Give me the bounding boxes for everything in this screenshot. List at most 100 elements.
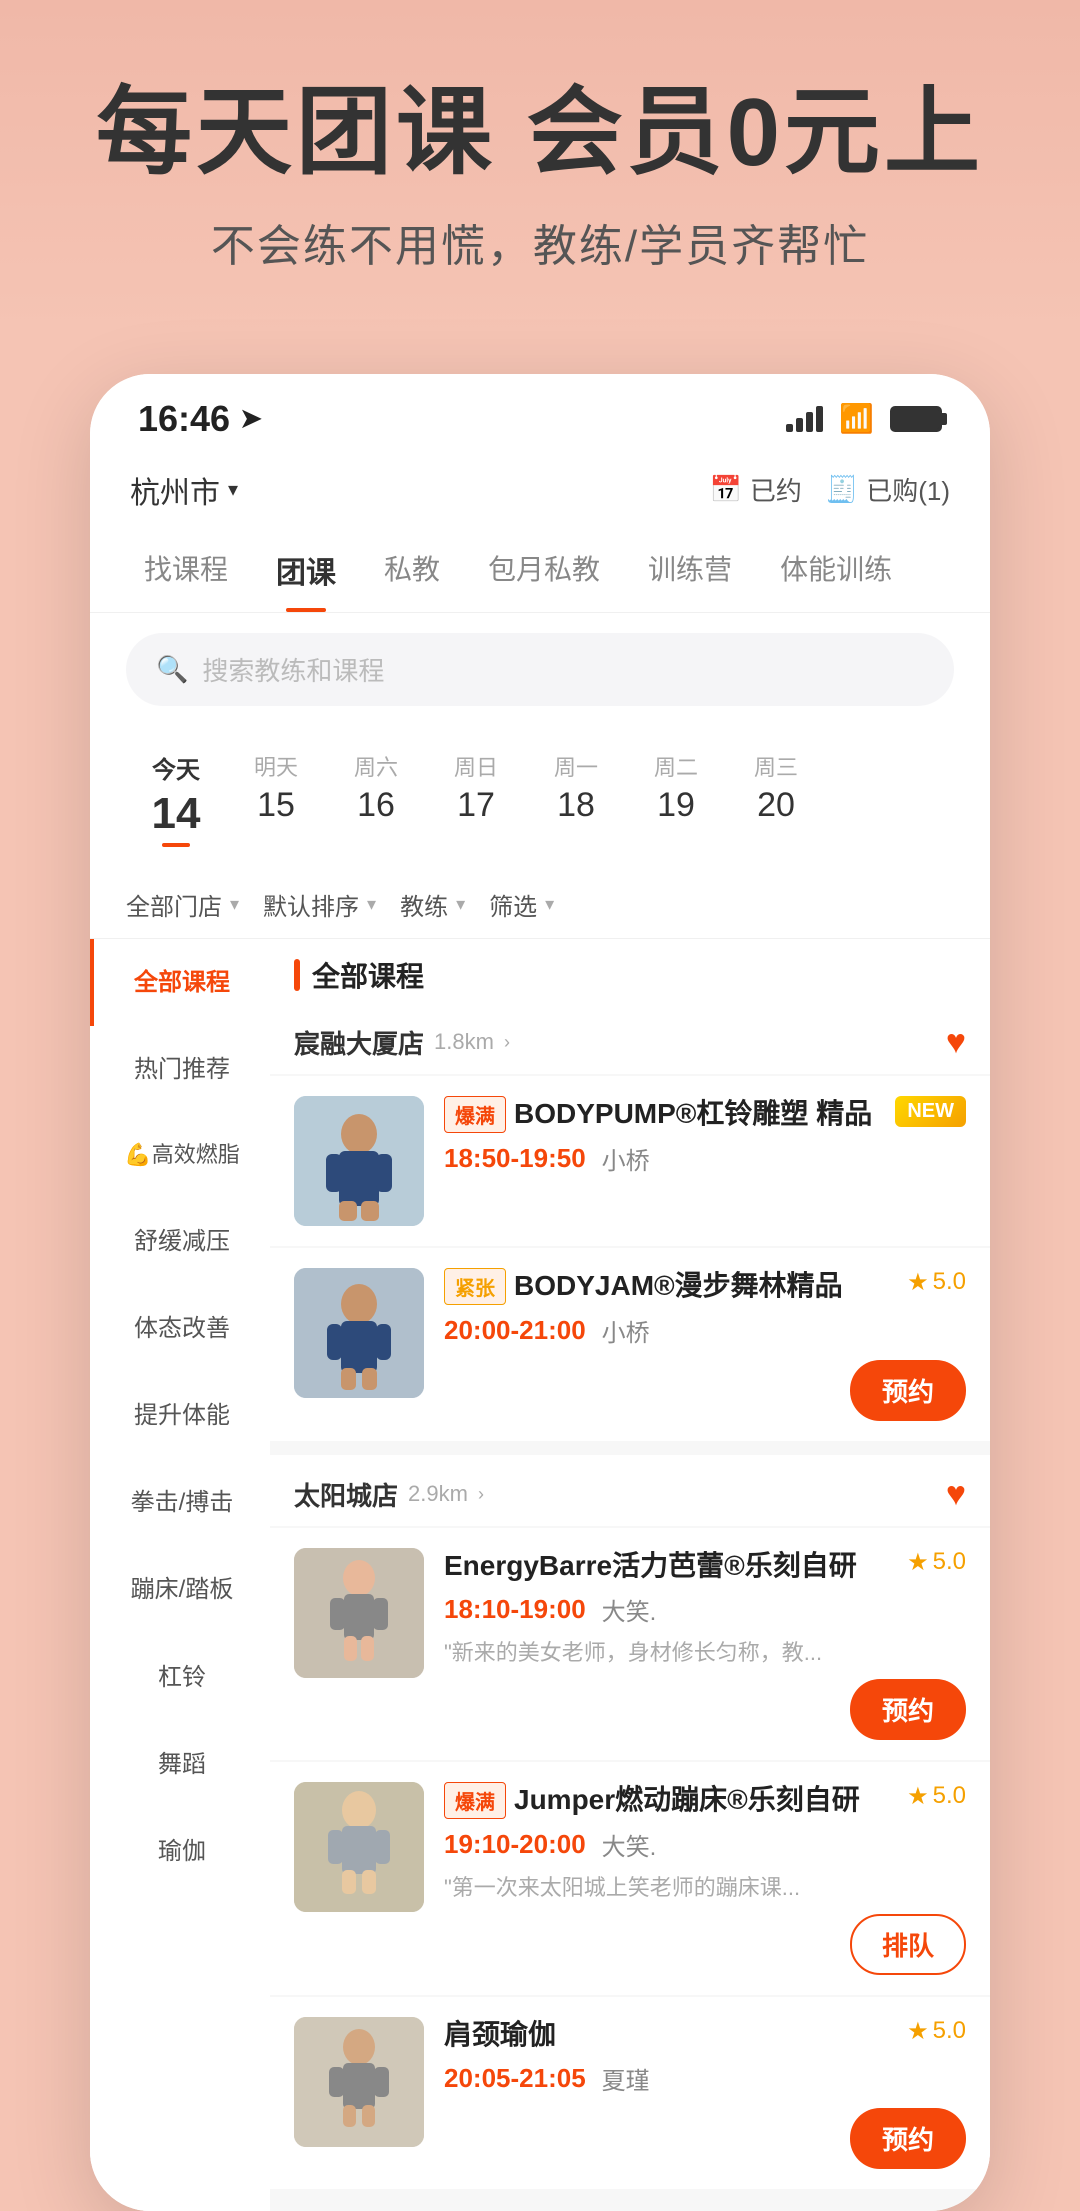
search-bar[interactable]: 🔍 搜索教练和课程 — [126, 633, 954, 706]
course-info: 爆满 BODYPUMP®杠铃雕塑 精品 NEW 18:50-19:50 小桥 — [444, 1096, 966, 1176]
all-courses-header: 全部课程 — [270, 939, 990, 1003]
store-name: 太阳城店 — [294, 1476, 398, 1513]
favorite-icon[interactable]: ♥ — [946, 1023, 966, 1062]
signal-icon — [786, 406, 823, 432]
course-actions: 预约 — [444, 1679, 966, 1740]
tab-training-camp[interactable]: 训练营 — [624, 528, 756, 612]
dropdown-arrow-icon: ▾ — [228, 477, 238, 502]
course-time-row: 18:10-19:00 大笑. — [444, 1592, 966, 1627]
course-info: 肩颈瑜伽 ★ 5.0 20:05-21:05 夏瑾 预约 — [444, 2017, 966, 2169]
course-tag-full: 爆满 — [444, 1782, 506, 1819]
hero-section: 每天团课 会员0元上 不会练不用慌，教练/学员齐帮忙 — [0, 0, 1080, 334]
queue-button[interactable]: 排队 — [850, 1914, 966, 1975]
tab-find-course[interactable]: 找课程 — [120, 528, 252, 612]
sidebar-item-burn-fat[interactable]: 💪高效燃脂 — [90, 1113, 270, 1198]
tab-group-class[interactable]: 团课 — [252, 528, 360, 612]
date-item-today[interactable]: 今天 14 — [126, 742, 226, 855]
filter-coach[interactable]: 教练 ▾ — [400, 887, 465, 922]
status-icons: 📶 — [786, 402, 942, 435]
sidebar-item-fitness[interactable]: 提升体能 — [90, 1372, 270, 1459]
reserve-button[interactable]: 预约 — [850, 2108, 966, 2169]
sidebar-item-barbell[interactable]: 杠铃 — [90, 1634, 270, 1721]
store-distance: 1.8km — [434, 1029, 494, 1055]
filter-more[interactable]: 筛选 ▾ — [489, 887, 554, 922]
orange-bar-icon — [294, 959, 300, 991]
tab-fitness-training[interactable]: 体能训练 — [756, 528, 916, 612]
filter-sort[interactable]: 默认排序 ▾ — [263, 887, 376, 922]
date-item-sun[interactable]: 周日 17 — [426, 742, 526, 855]
filter-all-stores[interactable]: 全部门店 ▾ — [126, 887, 239, 922]
star-icon: ★ — [907, 1782, 929, 1811]
favorite-icon[interactable]: ♥ — [946, 1475, 966, 1514]
location-selector[interactable]: 杭州市 ▾ — [130, 468, 238, 512]
course-name-row: 紧张 BODYJAM®漫步舞林精品 ★ 5.0 — [444, 1268, 966, 1305]
hero-title: 每天团课 会员0元上 — [60, 80, 1020, 186]
course-actions: 预约 — [444, 1360, 966, 1421]
course-card: 爆满 Jumper燃动蹦床®乐刻自研 ★ 5.0 19:10-20:00 大笑.… — [270, 1762, 990, 1995]
course-name: Jumper燃动蹦床®乐刻自研 — [514, 1782, 860, 1818]
course-info: 紧张 BODYJAM®漫步舞林精品 ★ 5.0 20:00-21:00 小桥 — [444, 1268, 966, 1421]
search-input[interactable]: 搜索教练和课程 — [202, 651, 384, 688]
date-item-sat[interactable]: 周六 16 — [326, 742, 426, 855]
sidebar-item-boxing[interactable]: 拳击/搏击 — [90, 1459, 270, 1546]
star-icon: ★ — [907, 1548, 929, 1577]
app-header: 杭州市 ▾ 📅 已约 🧾 已购(1) — [90, 452, 990, 528]
course-image — [294, 1268, 424, 1398]
sidebar-item-dance[interactable]: 舞蹈 — [90, 1721, 270, 1808]
course-teacher: 大笑. — [602, 1592, 657, 1627]
course-rating: ★ 5.0 — [907, 1782, 966, 1811]
date-item-tue[interactable]: 周二 19 — [626, 742, 726, 855]
course-image — [294, 1782, 424, 1912]
sidebar-item-all[interactable]: 全部课程 — [90, 939, 270, 1026]
course-name-row: EnergyBarre活力芭蕾®乐刻自研 ★ 5.0 — [444, 1548, 966, 1584]
purchased-label: 已购(1) — [866, 471, 950, 508]
star-icon: ★ — [907, 1268, 929, 1297]
course-time: 20:00-21:00 — [444, 1315, 586, 1346]
phone-frame: 16:46 ➤ 📶 杭州市 ▾ 📅 已约 🧾 — [90, 374, 990, 2211]
course-time: 19:10-20:00 — [444, 1829, 586, 1860]
course-name: 肩颈瑜伽 — [444, 2017, 556, 2053]
course-actions: 预约 — [444, 2108, 966, 2169]
sidebar-item-trampoline[interactable]: 蹦床/踏板 — [90, 1546, 270, 1633]
wifi-icon: 📶 — [839, 402, 874, 435]
store-name: 宸融大厦店 — [294, 1024, 424, 1061]
status-time: 16:46 ➤ — [138, 398, 262, 440]
course-info: 爆满 Jumper燃动蹦床®乐刻自研 ★ 5.0 19:10-20:00 大笑.… — [444, 1782, 966, 1975]
sidebar-item-relax[interactable]: 舒缓减压 — [90, 1198, 270, 1285]
time-display: 16:46 — [138, 398, 230, 440]
course-time: 18:50-19:50 — [444, 1143, 586, 1174]
header-actions: 📅 已约 🧾 已购(1) — [709, 471, 950, 508]
all-courses-text: 全部课程 — [312, 955, 424, 995]
chevron-right-icon: › — [504, 1032, 510, 1053]
sidebar-item-popular[interactable]: 热门推荐 — [90, 1026, 270, 1113]
tab-private[interactable]: 私教 — [360, 528, 464, 612]
star-icon: ★ — [907, 2017, 929, 2046]
course-card: 爆满 BODYPUMP®杠铃雕塑 精品 NEW 18:50-19:50 小桥 — [270, 1076, 990, 1246]
course-rating: ★ 5.0 — [907, 2017, 966, 2046]
sidebar-item-yoga[interactable]: 瑜伽 — [90, 1808, 270, 1895]
course-name: BODYJAM®漫步舞林精品 — [514, 1268, 843, 1304]
reserve-button[interactable]: 预约 — [850, 1679, 966, 1740]
date-item-tomorrow[interactable]: 明天 15 — [226, 742, 326, 855]
store-info-2[interactable]: 太阳城店 2.9km › — [294, 1476, 484, 1513]
receipt-icon: 🧾 — [826, 474, 858, 505]
purchased-button[interactable]: 🧾 已购(1) — [826, 471, 950, 508]
main-content: 全部课程 热门推荐 💪高效燃脂 舒缓减压 体态改善 提升体能 拳击/搏击 蹦床/… — [90, 939, 990, 2211]
reserve-button[interactable]: 预约 — [850, 1360, 966, 1421]
course-name-row: 肩颈瑜伽 ★ 5.0 — [444, 2017, 966, 2053]
course-image — [294, 2017, 424, 2147]
scheduled-button[interactable]: 📅 已约 — [709, 471, 801, 508]
date-item-mon[interactable]: 周一 18 — [526, 742, 626, 855]
course-image — [294, 1096, 424, 1226]
date-item-wed[interactable]: 周三 20 — [726, 742, 826, 855]
tab-monthly-private[interactable]: 包月私教 — [464, 528, 624, 612]
filter-bar: 全部门店 ▾ 默认排序 ▾ 教练 ▾ 筛选 ▾ — [90, 871, 990, 939]
chevron-right-icon: › — [478, 1484, 484, 1505]
course-description: "第一次来太阳城上笑老师的蹦床课... — [444, 1870, 966, 1902]
sidebar-item-posture[interactable]: 体态改善 — [90, 1285, 270, 1372]
city-name: 杭州市 — [130, 468, 220, 512]
dropdown-arrow-icon: ▾ — [367, 894, 376, 915]
course-time-row: 19:10-20:00 大笑. — [444, 1827, 966, 1862]
course-card: EnergyBarre活力芭蕾®乐刻自研 ★ 5.0 18:10-19:00 大… — [270, 1528, 990, 1760]
store-info-1[interactable]: 宸融大厦店 1.8km › — [294, 1024, 510, 1061]
